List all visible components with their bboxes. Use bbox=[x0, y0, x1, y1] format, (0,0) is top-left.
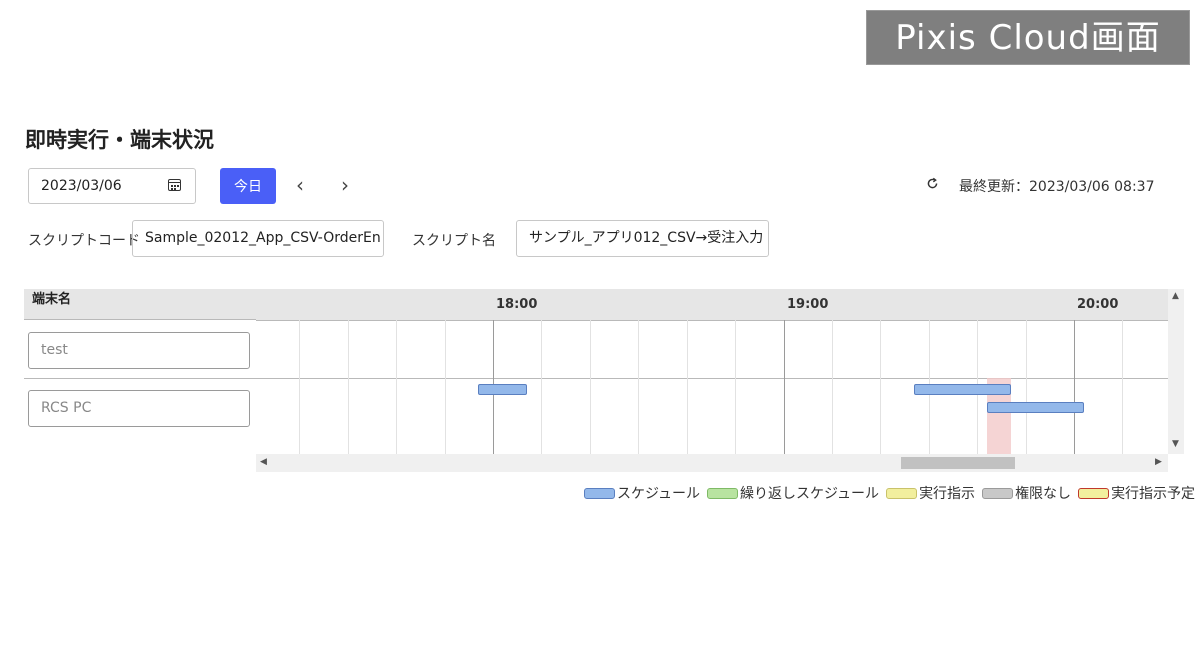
terminal-status-grid: 端末名 test RCS PC 18:00 19:00 20:00 ◀ ▶ ▲ … bbox=[24, 289, 1184, 472]
time-gridline bbox=[541, 320, 543, 454]
time-gridline bbox=[589, 320, 591, 454]
legend-swatch bbox=[707, 488, 739, 499]
legend-label: スケジュール bbox=[617, 486, 701, 502]
last-updated-text: 最終更新：2023/03/06 08:37 bbox=[959, 179, 1155, 195]
scroll-down-icon[interactable]: ▼ bbox=[1172, 439, 1179, 449]
legend: スケジュール 繰り返しスケジュール 実行指示 権限なし 実行指示予定 bbox=[584, 483, 1200, 503]
time-gridline bbox=[638, 320, 640, 454]
legend-swatch bbox=[584, 488, 615, 499]
schedule-bar[interactable] bbox=[914, 384, 1012, 395]
row-divider bbox=[256, 378, 1168, 379]
date-picker[interactable]: 2023/03/06 bbox=[28, 168, 196, 204]
time-gridline bbox=[396, 320, 398, 454]
row-divider bbox=[24, 378, 256, 379]
time-gridline bbox=[299, 320, 301, 454]
terminal-name-rcs-pc[interactable]: RCS PC bbox=[28, 390, 250, 427]
time-gridline bbox=[444, 320, 446, 454]
hour-label-19: 19:00 bbox=[787, 297, 829, 312]
scroll-left-icon[interactable]: ◀ bbox=[260, 457, 267, 467]
legend-label: 権限なし bbox=[1015, 486, 1072, 502]
legend-label: 繰り返しスケジュール bbox=[740, 486, 880, 502]
terminal-column: 端末名 test RCS PC bbox=[24, 289, 256, 472]
scroll-up-icon[interactable]: ▲ bbox=[1172, 291, 1179, 301]
script-code-label: スクリプトコード bbox=[28, 233, 140, 249]
today-button[interactable]: 今日 bbox=[220, 168, 276, 204]
legend-swatch bbox=[1078, 488, 1110, 499]
terminal-name-test[interactable]: test bbox=[28, 332, 250, 369]
script-name-label: スクリプト名 bbox=[412, 233, 496, 249]
app-badge: Pixis Cloud画面 bbox=[866, 10, 1190, 65]
terminal-header: 端末名 bbox=[24, 289, 256, 320]
prev-day-chevron-left-icon[interactable]: ‹ bbox=[296, 173, 304, 197]
scroll-right-icon[interactable]: ▶ bbox=[1155, 457, 1162, 467]
legend-swatch bbox=[886, 488, 918, 499]
script-name-field[interactable]: サンプル_アプリ012_CSV→受注入力 bbox=[516, 220, 769, 257]
legend-item: スケジュール bbox=[584, 483, 700, 503]
legend-item: 実行指示 bbox=[886, 483, 975, 503]
date-value: 2023/03/06 bbox=[41, 178, 122, 194]
time-gridline bbox=[686, 320, 688, 454]
page-title: 即時実行・端末状況 bbox=[25, 128, 214, 152]
time-gridline bbox=[783, 320, 785, 454]
schedule-bar[interactable] bbox=[478, 384, 527, 395]
time-gridline bbox=[1074, 320, 1075, 454]
legend-item: 実行指示予定 bbox=[1078, 483, 1195, 503]
time-gridline bbox=[1122, 320, 1124, 454]
time-gridline bbox=[880, 320, 882, 454]
hour-label-18: 18:00 bbox=[496, 297, 538, 312]
script-code-field[interactable]: Sample_02012_App_CSV-OrderEn bbox=[132, 220, 384, 257]
legend-item: 繰り返しスケジュール bbox=[707, 483, 879, 503]
legend-label: 実行指示予定 bbox=[1111, 486, 1196, 502]
vertical-scrollbar[interactable]: ▲ ▼ bbox=[1168, 289, 1184, 454]
horizontal-scroll-thumb[interactable] bbox=[901, 457, 1015, 469]
horizontal-scrollbar[interactable]: ◀ ▶ bbox=[256, 454, 1168, 472]
legend-swatch bbox=[982, 488, 1014, 499]
hour-label-20: 20:00 bbox=[1077, 297, 1119, 312]
legend-item: 権限なし bbox=[982, 483, 1071, 503]
time-gridline bbox=[347, 320, 349, 454]
next-day-chevron-right-icon[interactable]: › bbox=[341, 173, 349, 197]
timeline-area[interactable]: 18:00 19:00 20:00 ◀ ▶ ▲ ▼ bbox=[256, 289, 1184, 472]
timeline-header: 18:00 19:00 20:00 bbox=[256, 289, 1184, 321]
refresh-icon[interactable] bbox=[926, 177, 939, 190]
schedule-bar[interactable] bbox=[986, 402, 1084, 413]
time-gridline bbox=[735, 320, 737, 454]
calendar-icon[interactable] bbox=[168, 179, 181, 191]
legend-label: 実行指示 bbox=[919, 486, 976, 502]
time-gridline bbox=[1025, 320, 1027, 454]
time-gridline bbox=[831, 320, 833, 454]
